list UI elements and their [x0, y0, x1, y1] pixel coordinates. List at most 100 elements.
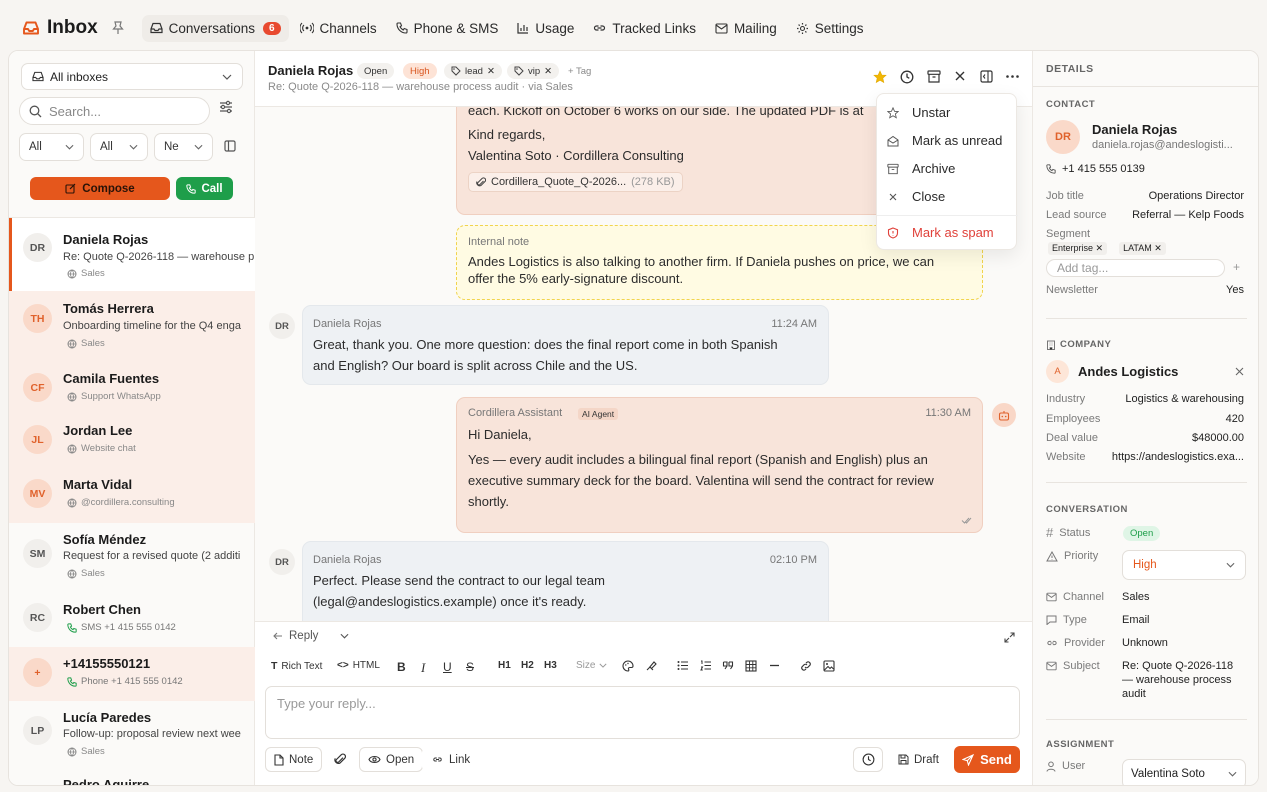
compose-button[interactable]: Compose: [30, 177, 170, 200]
remove-tag-icon[interactable]: ✕: [1096, 243, 1104, 253]
conversation-item[interactable]: Pedro Aguirre: [9, 769, 255, 785]
table-icon[interactable]: [745, 660, 757, 672]
italic-icon[interactable]: I: [421, 660, 425, 676]
conversation-subject: Re: Quote Q-2026-118 — warehouse process…: [268, 81, 573, 93]
horizontal-rule-icon[interactable]: [769, 660, 780, 671]
paperclip-icon[interactable]: [334, 753, 346, 766]
call-label: Call: [201, 182, 223, 195]
save-draft-button[interactable]: Draft: [889, 747, 948, 772]
assignee-select[interactable]: Valentina Soto: [1122, 759, 1246, 785]
schedule-send-button[interactable]: [853, 747, 883, 772]
close-icon[interactable]: [954, 70, 966, 82]
bar-chart-icon: [517, 23, 529, 34]
font-size-select[interactable]: Size: [576, 660, 607, 671]
reply-editor[interactable]: Type your reply...: [265, 686, 1020, 739]
reply-mode-select[interactable]: Reply: [273, 630, 349, 642]
priority-badge[interactable]: High: [403, 63, 437, 79]
conversation-item[interactable]: CF Camila Fuentes Support WhatsApp: [9, 361, 255, 415]
bold-icon[interactable]: B: [397, 660, 406, 674]
website-link[interactable]: https://andeslogistics.exa...: [1112, 451, 1244, 463]
status-badge[interactable]: Open: [357, 63, 395, 79]
numbered-list-icon[interactable]: [700, 660, 712, 671]
nav-conversations[interactable]: Conversations 6: [141, 14, 289, 42]
add-tag-input[interactable]: Add tag...: [1046, 259, 1225, 277]
toggle-details-panel-icon[interactable]: [980, 70, 993, 83]
conversation-item[interactable]: LP Lucía Paredes Follow-up: proposal rev…: [9, 701, 255, 769]
conversation-item[interactable]: DR Daniela Rojas Re: Quote Q-2026-118 — …: [9, 218, 255, 291]
status-open-button[interactable]: Open: [359, 747, 424, 772]
inbox-selector[interactable]: All inboxes: [21, 63, 243, 90]
expand-icon[interactable]: [1004, 632, 1015, 643]
menu-item-close[interactable]: Close: [887, 189, 945, 204]
nav-settings[interactable]: Settings: [788, 15, 872, 42]
palette-icon[interactable]: [622, 660, 634, 672]
add-tag-button[interactable]: + Tag: [561, 63, 598, 79]
brand[interactable]: Inbox: [22, 17, 98, 39]
heading-1-button[interactable]: H1: [498, 660, 511, 671]
search-input[interactable]: Search...: [19, 97, 210, 125]
archive-icon[interactable]: [927, 70, 941, 83]
rich-text-mode-button[interactable]: T Rich Text: [271, 660, 322, 672]
conversation-item[interactable]: JL Jordan Lee Website chat: [9, 415, 255, 469]
menu-item-archive[interactable]: Archive: [887, 161, 955, 176]
nav-phone-sms[interactable]: Phone & SMS: [388, 15, 507, 42]
channel-tag: Sales: [67, 268, 105, 279]
menu-item-mark-spam[interactable]: Mark as spam: [887, 225, 994, 240]
html-mode-button[interactable]: <> HTML: [337, 660, 380, 671]
attachment-chip[interactable]: Cordillera_Quote_Q-2026... (278 KB): [468, 172, 683, 192]
nav-usage[interactable]: Usage: [509, 15, 582, 42]
star-icon[interactable]: [873, 70, 887, 84]
add-tag-plus-icon[interactable]: +: [1233, 260, 1240, 274]
conversation-item[interactable]: TH Tomás Herrera Onboarding timeline for…: [9, 291, 255, 361]
channel-tag: Support WhatsApp: [67, 391, 161, 402]
menu-item-mark-unread[interactable]: Mark as unread: [887, 133, 1002, 148]
broadcast-icon: [299, 22, 314, 34]
rich-text-label: Rich Text: [281, 660, 323, 672]
link-icon[interactable]: [800, 660, 812, 672]
conversation-item[interactable]: RC Robert Chen SMS +1 415 555 0142: [9, 593, 255, 647]
heading-2-button[interactable]: H2: [521, 660, 534, 671]
subject-value-line: audit: [1122, 688, 1146, 700]
more-options-icon[interactable]: [1006, 75, 1019, 78]
heading-3-button[interactable]: H3: [544, 660, 557, 671]
filter-settings-icon[interactable]: [219, 100, 233, 114]
underline-icon[interactable]: U: [443, 660, 452, 674]
note-button[interactable]: Note: [265, 747, 323, 772]
status-badge[interactable]: Open: [1123, 526, 1161, 541]
draft-label: Draft: [914, 753, 939, 766]
remove-tag-icon[interactable]: ✕: [544, 66, 552, 77]
send-button[interactable]: Send: [954, 746, 1020, 773]
filter-status-select[interactable]: All: [19, 133, 84, 161]
nav-label: Settings: [814, 20, 864, 36]
nav-channels[interactable]: Channels: [292, 15, 385, 42]
bullet-list-icon[interactable]: [677, 660, 689, 671]
contact-phone[interactable]: +1 415 555 0139: [1046, 163, 1145, 175]
channel-tag-label: @cordillera.consulting: [81, 497, 175, 508]
priority-select[interactable]: High: [1122, 550, 1246, 580]
layout-toggle-icon[interactable]: [224, 140, 236, 152]
channel-label: Channel: [1046, 591, 1104, 603]
filter-sort-select[interactable]: Ne: [154, 133, 213, 161]
attachment-name: Cordillera_Quote_Q-2026...: [491, 176, 627, 188]
nav-tracked-links[interactable]: Tracked Links: [585, 15, 704, 42]
menu-item-label: Archive: [912, 161, 956, 176]
menu-item-unstar[interactable]: Unstar: [887, 105, 950, 120]
remove-company-icon[interactable]: [1235, 367, 1244, 376]
conversation-item[interactable]: MV Marta Vidal @cordillera.consulting: [9, 469, 255, 523]
conversation-item[interactable]: + +14155550121 Phone +1 415 555 0142: [9, 647, 255, 701]
conversation-item[interactable]: SM Sofía Méndez Request for a revised qu…: [9, 523, 255, 593]
highlighter-icon[interactable]: [645, 660, 657, 672]
quote-icon[interactable]: [722, 660, 734, 671]
strikethrough-icon[interactable]: S: [466, 660, 474, 674]
filter-channel-select[interactable]: All: [90, 133, 148, 161]
remove-tag-icon[interactable]: ✕: [487, 66, 495, 77]
call-button[interactable]: Call: [176, 177, 233, 200]
snooze-clock-icon[interactable]: [900, 70, 914, 84]
image-icon[interactable]: [823, 660, 835, 672]
remove-tag-icon[interactable]: ✕: [1154, 243, 1162, 253]
insert-link-button[interactable]: Link: [422, 747, 480, 772]
message-line: executive summary deck for the board. Va…: [468, 473, 934, 488]
nav-mailing[interactable]: Mailing: [707, 15, 785, 42]
subject-label-text: Subject: [1063, 660, 1100, 672]
pin-icon[interactable]: [111, 21, 124, 35]
